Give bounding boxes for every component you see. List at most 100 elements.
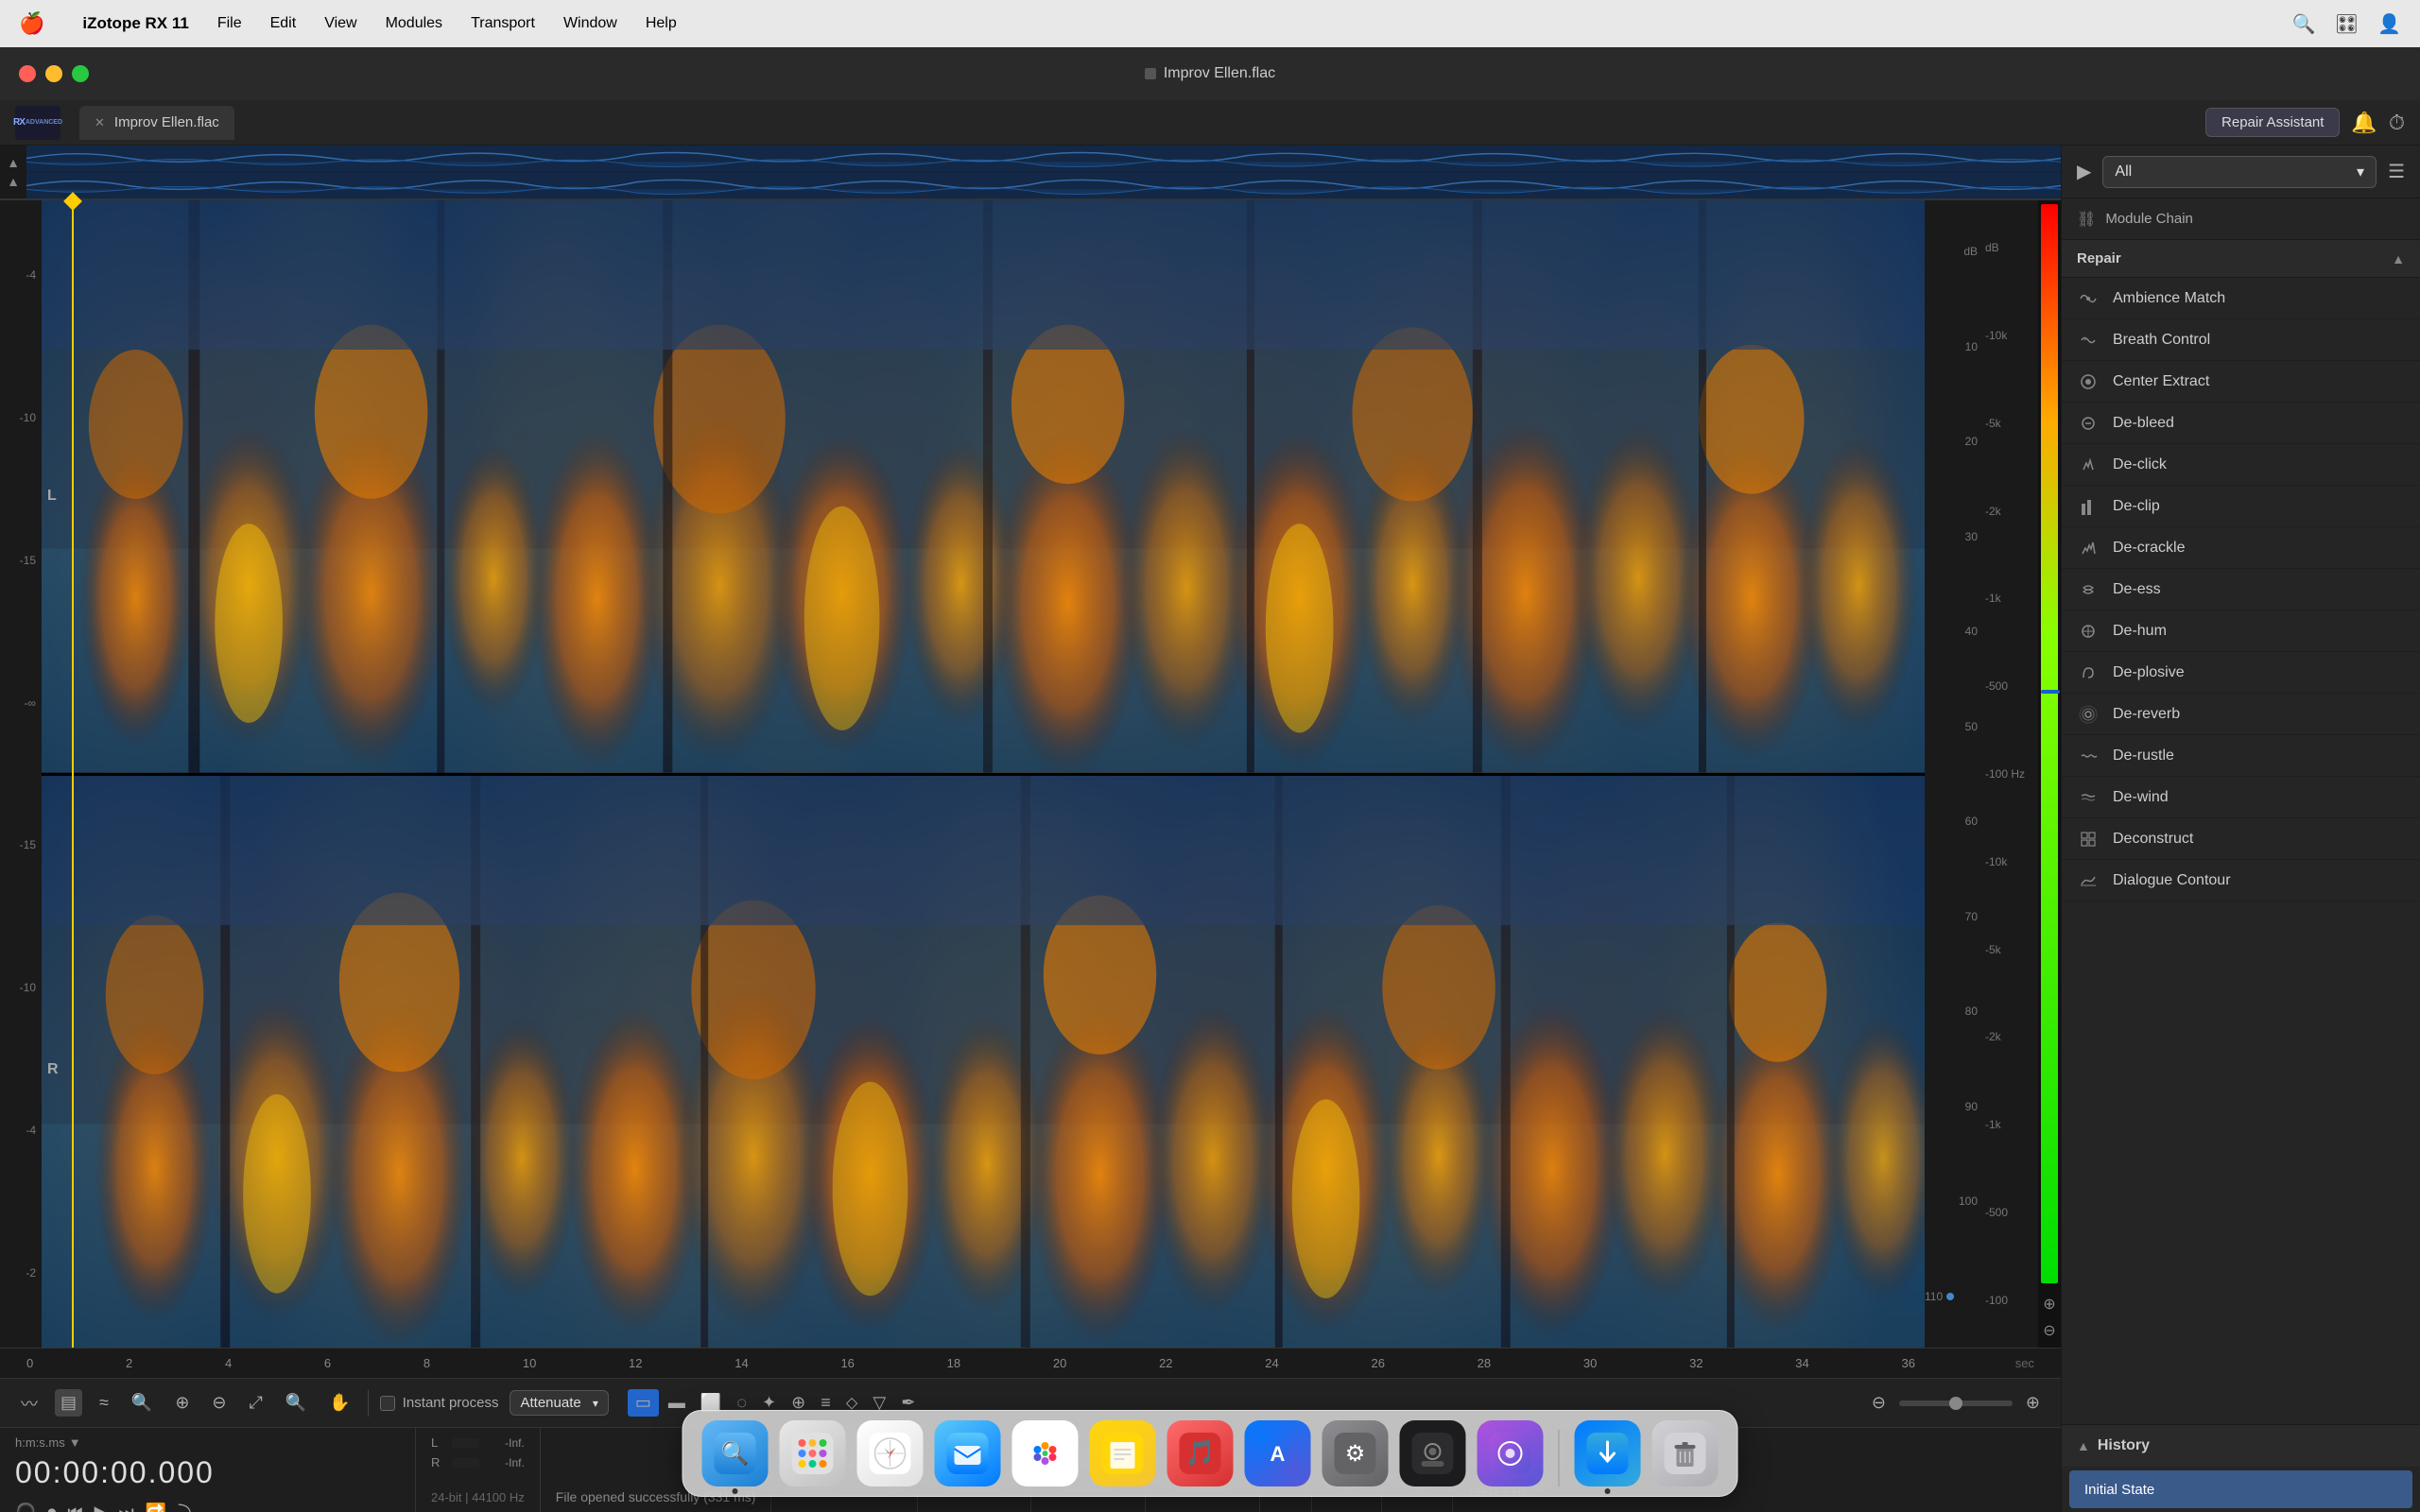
record-btn[interactable]: ⏺: [47, 1503, 56, 1512]
zoom-out-icon[interactable]: ⊖: [2043, 1321, 2055, 1340]
menu-file[interactable]: File: [217, 15, 242, 32]
repair-assistant-button[interactable]: Repair Assistant: [2205, 108, 2340, 137]
filter-dropdown[interactable]: All ▾: [2102, 156, 2377, 188]
zoom-out-tool[interactable]: ⊖: [206, 1389, 232, 1417]
minimize-button[interactable]: [45, 65, 62, 82]
module-deconstruct[interactable]: Deconstruct: [2062, 818, 2420, 860]
dock-mail[interactable]: [935, 1420, 1001, 1486]
overview-display[interactable]: [26, 146, 2061, 198]
dock-installer[interactable]: [1575, 1420, 1641, 1486]
freq-6: -100 Hz: [1985, 767, 2038, 781]
collapse-btn-1[interactable]: ▲: [7, 156, 20, 169]
next-btn[interactable]: ⏭: [118, 1503, 133, 1512]
close-button[interactable]: [19, 65, 36, 82]
module-center-extract[interactable]: Center Extract: [2062, 361, 2420, 403]
dock-trash[interactable]: [1652, 1420, 1719, 1486]
svg-text:🔍: 🔍: [721, 1438, 750, 1467]
module-breath-control[interactable]: Breath Control: [2062, 319, 2420, 361]
de-rustle-label: De-rustle: [2113, 747, 2174, 765]
dock-safari[interactable]: [857, 1420, 924, 1486]
menu-transport[interactable]: Transport: [471, 15, 535, 32]
dock-sysprefs[interactable]: ⚙: [1322, 1420, 1389, 1486]
module-de-bleed[interactable]: De-bleed: [2062, 403, 2420, 444]
inpoint-btn[interactable]: ⤵: [178, 1500, 195, 1512]
tab-close-icon[interactable]: ✕: [95, 115, 105, 130]
notifications-icon[interactable]: 🔔: [2351, 111, 2377, 135]
search-tool[interactable]: 🔍: [280, 1389, 312, 1417]
hand-tool[interactable]: ✋: [323, 1389, 355, 1417]
dock-photos[interactable]: [1012, 1420, 1079, 1486]
module-dialogue-contour[interactable]: Dialogue Contour: [2062, 860, 2420, 902]
dock-notes[interactable]: [1090, 1420, 1156, 1486]
de-click-label: De-click: [2113, 456, 2167, 473]
zoom-slider-thumb[interactable]: [1949, 1397, 1962, 1410]
ambience-match-label: Ambience Match: [2113, 290, 2225, 307]
module-de-rustle[interactable]: De-rustle: [2062, 735, 2420, 777]
initial-state-label: Initial State: [2084, 1482, 2154, 1498]
menu-window[interactable]: Window: [563, 15, 617, 32]
module-de-wind[interactable]: De-wind: [2062, 777, 2420, 818]
zoom-tool[interactable]: 🔍: [126, 1389, 158, 1417]
module-de-reverb[interactable]: De-reverb: [2062, 694, 2420, 735]
time-format-arrow[interactable]: ▼: [69, 1435, 81, 1450]
menu-help[interactable]: Help: [646, 15, 677, 32]
metronome-icon[interactable]: ⏱: [2389, 111, 2405, 135]
dock-appstore[interactable]: A: [1245, 1420, 1311, 1486]
zoom-slider[interactable]: [1899, 1400, 2013, 1406]
de-wind-icon: [2077, 786, 2100, 809]
zoom-in-tool[interactable]: ⊕: [169, 1389, 195, 1417]
tab-file[interactable]: ✕ Improv Ellen.flac: [79, 106, 234, 140]
rect-select[interactable]: ▭: [628, 1389, 659, 1417]
menu-edit[interactable]: Edit: [270, 15, 297, 32]
zoom-in-small[interactable]: ⊕: [2020, 1389, 2046, 1417]
svg-text:A: A: [1270, 1442, 1286, 1466]
module-de-crackle[interactable]: De-crackle: [2062, 527, 2420, 569]
initial-state-item[interactable]: Initial State: [2069, 1470, 2412, 1508]
spectrogram-channels[interactable]: L R: [42, 200, 1925, 1348]
module-ambience-match[interactable]: Ambience Match: [2062, 278, 2420, 319]
maximize-button[interactable]: [72, 65, 89, 82]
search-icon[interactable]: 🔍: [2292, 12, 2316, 36]
vu-indicator: [2041, 690, 2060, 694]
module-de-click[interactable]: De-click: [2062, 444, 2420, 486]
freq-11: -500: [1985, 1206, 2038, 1219]
menu-view[interactable]: View: [324, 15, 356, 32]
dock-camo[interactable]: [1400, 1420, 1466, 1486]
zoom-in-icon[interactable]: ⊕: [2043, 1295, 2055, 1314]
dock-scrubber[interactable]: [1478, 1420, 1544, 1486]
dock-music[interactable]: 🎵: [1167, 1420, 1234, 1486]
db-right-8: 70: [1925, 910, 1978, 923]
control-center-icon[interactable]: 🎛: [2335, 12, 2359, 36]
user-icon[interactable]: 👤: [2377, 12, 2401, 36]
svg-text:🎵: 🎵: [1184, 1438, 1215, 1467]
loop-btn[interactable]: 🔁: [146, 1503, 166, 1512]
panel-menu-btn[interactable]: ☰: [2388, 160, 2405, 183]
repair-section[interactable]: Repair ▲: [2062, 240, 2420, 278]
module-de-clip[interactable]: De-clip: [2062, 486, 2420, 527]
menu-modules[interactable]: Modules: [386, 15, 442, 32]
module-de-plosive[interactable]: De-plosive: [2062, 652, 2420, 694]
db-right-6: 50: [1925, 720, 1978, 733]
time-select[interactable]: ≈: [94, 1389, 114, 1417]
play-btn[interactable]: ▶: [95, 1503, 108, 1512]
history-header[interactable]: ▲ History: [2062, 1425, 2420, 1467]
dock-launchpad[interactable]: [780, 1420, 846, 1486]
db-label-6: -10: [0, 981, 42, 994]
select-tool[interactable]: ▤: [55, 1389, 82, 1417]
zoom-out-small[interactable]: ⊖: [1866, 1389, 1892, 1417]
freq-select[interactable]: ▬: [663, 1389, 691, 1417]
attenuate-dropdown[interactable]: Attenuate ▾: [510, 1390, 608, 1416]
apple-menu[interactable]: 🍎: [19, 11, 44, 36]
panel-play-btn[interactable]: ▶: [2077, 160, 2091, 183]
zoom-fit[interactable]: ⤢: [244, 1389, 268, 1417]
module-de-ess[interactable]: De-ess: [2062, 569, 2420, 610]
instant-process-checkbox[interactable]: [380, 1396, 395, 1411]
prev-btn[interactable]: ⏮: [67, 1503, 82, 1512]
dock-finder[interactable]: 🔍: [702, 1420, 769, 1486]
collapse-btn-2[interactable]: ▲: [7, 175, 20, 188]
headphones-btn[interactable]: 🎧: [15, 1503, 36, 1512]
time-18: 18: [947, 1356, 960, 1370]
module-de-hum[interactable]: De-hum: [2062, 610, 2420, 652]
freq-axis: dB -10k -5k -2k -1k -500 -100 Hz -10k -5…: [1981, 200, 2038, 1348]
waveform-icon[interactable]: 〰: [15, 1387, 43, 1419]
